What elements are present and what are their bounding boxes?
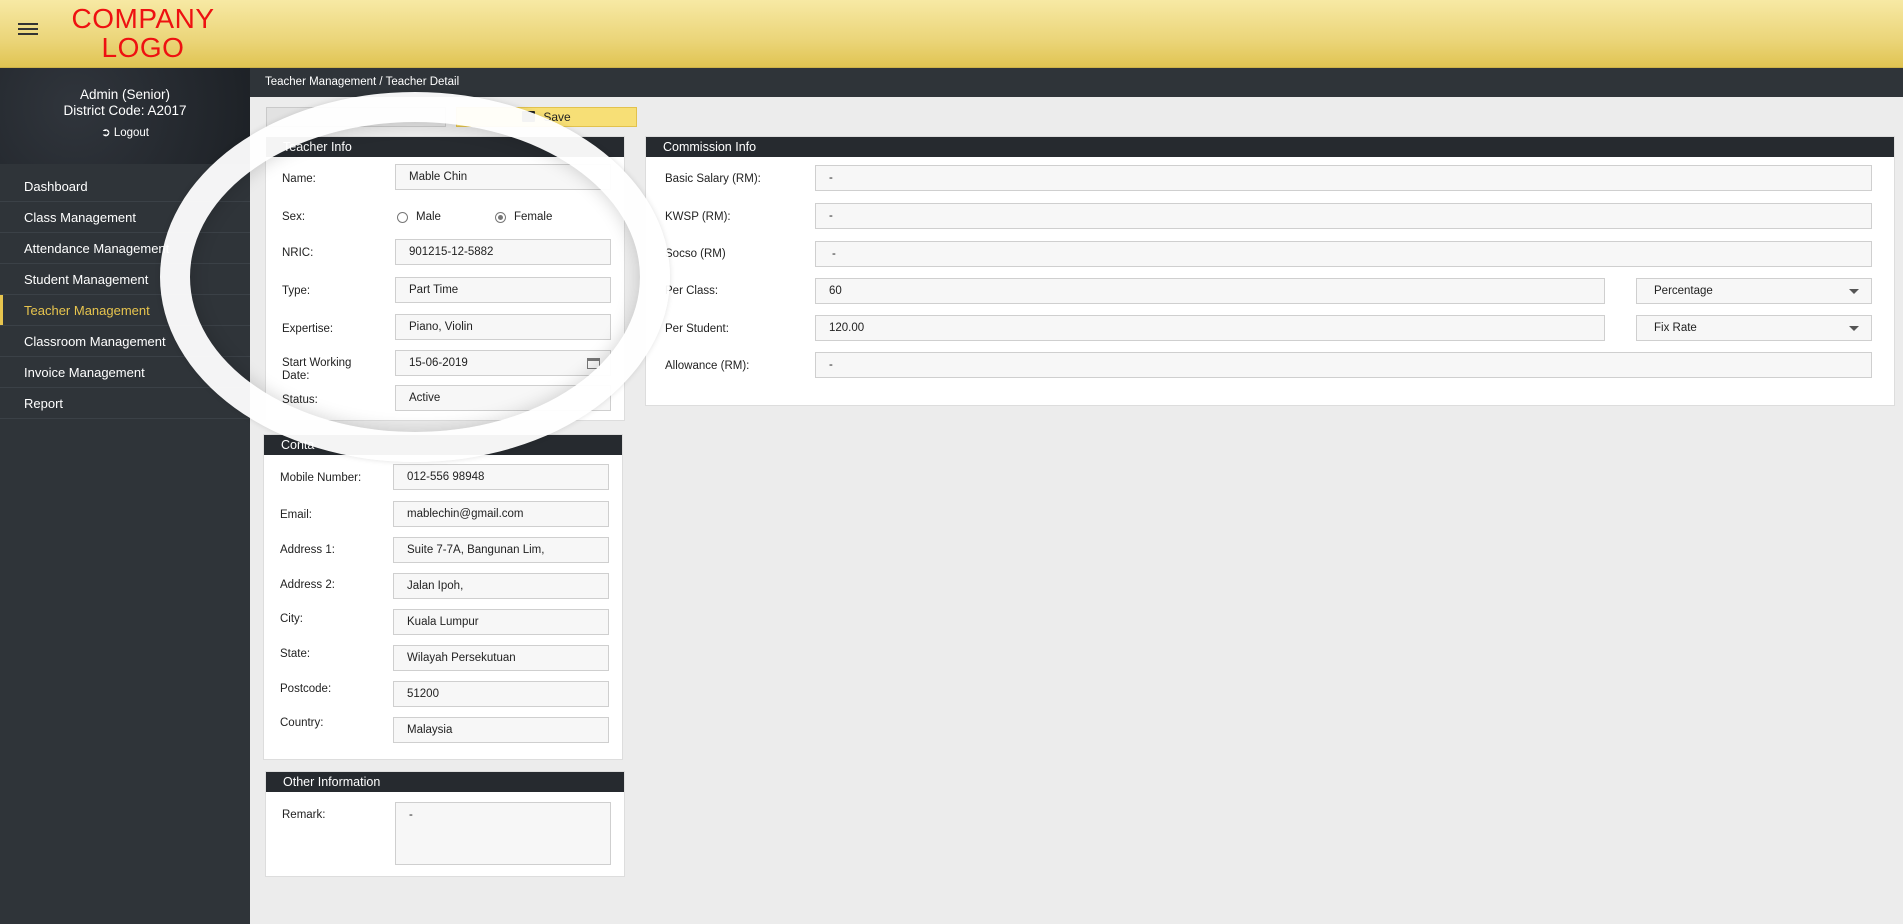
per-class-mode-select[interactable]: Percentage xyxy=(1636,278,1872,304)
state-field[interactable]: Wilayah Persekutuan xyxy=(393,645,609,671)
nric-field[interactable]: 901215-12-5882 xyxy=(395,239,611,265)
back-button[interactable] xyxy=(266,107,446,127)
address-2-field[interactable]: Jalan Ipoh, xyxy=(393,573,609,599)
breadcrumb: Teacher Management / Teacher Detail xyxy=(250,68,1903,97)
name-field[interactable]: Mable Chin xyxy=(395,164,611,190)
male-radio[interactable] xyxy=(397,212,408,223)
mobile-number-field[interactable]: 012-556 98948 xyxy=(393,464,609,490)
panel-title: Other Information xyxy=(266,772,624,792)
per-student-label: Per Student: xyxy=(665,323,729,335)
status-field[interactable]: Active xyxy=(395,385,611,411)
type-label: Type: xyxy=(282,285,311,297)
address-1-label: Address 1: xyxy=(280,544,335,556)
sidebar-item-class-management[interactable]: Class Management xyxy=(0,202,250,233)
remark-label: Remark: xyxy=(282,809,326,821)
basic-salary-label: Basic Salary (RM): xyxy=(665,173,761,185)
socso-field[interactable]: - xyxy=(815,241,1872,267)
logout-link[interactable]: ➲ Logout xyxy=(0,125,250,141)
female-label: Female xyxy=(514,211,553,223)
expertise-label: Expertise: xyxy=(282,323,334,335)
logout-label: Logout xyxy=(113,127,150,139)
mobile-number-label: Mobile Number: xyxy=(280,472,362,484)
sidebar-item-invoice-management[interactable]: Invoice Management xyxy=(0,357,250,388)
sidebar-item-teacher-management[interactable]: Teacher Management xyxy=(0,295,250,326)
per-class-label: Per Class: xyxy=(665,285,719,297)
sidebar-item-dashboard[interactable]: Dashboard xyxy=(0,171,250,202)
save-button[interactable]: Save xyxy=(456,107,637,127)
country-field[interactable]: Malaysia xyxy=(393,717,609,743)
city-field[interactable]: Kuala Lumpur xyxy=(393,609,609,635)
other-info-panel: Other Information Remark: - xyxy=(265,771,625,877)
contact-info-panel: Conta Mobile Number: 012-556 98948 Email… xyxy=(263,434,623,760)
logout-icon: ➲ xyxy=(100,127,111,139)
start-working-date-label: Start Working Date: xyxy=(282,357,352,382)
socso-label: Socso (RM) xyxy=(665,248,726,260)
basic-salary-field[interactable]: - xyxy=(815,165,1872,191)
allowance-field[interactable]: - xyxy=(815,352,1872,378)
panel-title: Conta xyxy=(264,435,622,455)
allowance-label: Allowance (RM): xyxy=(665,360,750,372)
top-header: COMPANY LOGO xyxy=(0,0,1903,68)
floppy-disk-icon xyxy=(522,111,536,122)
panel-title: Commission Info xyxy=(646,137,1894,157)
calendar-icon[interactable] xyxy=(587,358,600,369)
type-field[interactable]: Part Time xyxy=(395,277,611,303)
district-code: District Code: A2017 xyxy=(63,103,187,118)
kwsp-field[interactable]: - xyxy=(815,203,1872,229)
sidebar-item-attendance-management[interactable]: Attendance Management xyxy=(0,233,250,264)
per-class-mode-value: Percentage xyxy=(1654,285,1713,297)
logo-line-1: COMPANY xyxy=(71,3,215,34)
start-working-date-value: 15-06-2019 xyxy=(409,357,468,369)
expertise-field[interactable]: Piano, Violin xyxy=(395,314,611,340)
save-label: Save xyxy=(543,110,571,124)
city-label: City: xyxy=(280,613,303,625)
chevron-down-icon xyxy=(1849,289,1859,294)
female-radio[interactable] xyxy=(495,212,506,223)
address-1-field[interactable]: Suite 7-7A, Bangunan Lim, xyxy=(393,537,609,563)
country-label: Country: xyxy=(280,717,324,729)
per-student-field[interactable]: 120.00 xyxy=(815,315,1605,341)
sidebar-item-classroom-management[interactable]: Classroom Management xyxy=(0,326,250,357)
sidebar-item-student-management[interactable]: Student Management xyxy=(0,264,250,295)
per-student-mode-value: Fix Rate xyxy=(1654,322,1697,334)
state-label: State: xyxy=(280,648,311,660)
postcode-field[interactable]: 51200 xyxy=(393,681,609,707)
status-label: Status: xyxy=(282,394,318,406)
sex-label: Sex: xyxy=(282,211,306,223)
per-student-mode-select[interactable]: Fix Rate xyxy=(1636,315,1872,341)
chevron-down-icon xyxy=(1849,326,1859,331)
postcode-label: Postcode: xyxy=(280,683,332,695)
company-logo: COMPANY LOGO xyxy=(48,4,238,62)
nric-label: NRIC: xyxy=(282,247,314,259)
address-2-label: Address 2: xyxy=(280,579,335,591)
remark-field[interactable]: - xyxy=(395,802,611,865)
start-working-date-field[interactable]: 15-06-2019 xyxy=(395,350,611,376)
commission-info-panel: Commission Info Basic Salary (RM): - KWS… xyxy=(645,136,1895,406)
sidebar: Admin (Senior) District Code: A2017 ➲ Lo… xyxy=(0,68,250,924)
name-label: Name: xyxy=(282,173,316,185)
kwsp-label: KWSP (RM): xyxy=(665,211,731,223)
teacher-info-panel: Teacher Info Name: Mable Chin Sex: Male … xyxy=(265,136,625,421)
email-label: Email: xyxy=(280,509,312,521)
sidebar-item-report[interactable]: Report xyxy=(0,388,250,419)
user-profile: Admin (Senior) District Code: A2017 ➲ Lo… xyxy=(0,68,250,164)
per-class-field[interactable]: 60 xyxy=(815,278,1605,304)
panel-title: Teacher Info xyxy=(266,137,624,157)
user-name: Admin (Senior) xyxy=(79,87,171,102)
email-field[interactable]: mablechin@gmail.com xyxy=(393,501,609,527)
hamburger-menu-icon[interactable] xyxy=(18,23,38,39)
logo-line-2: LOGO xyxy=(101,32,185,63)
male-label: Male xyxy=(416,211,441,223)
